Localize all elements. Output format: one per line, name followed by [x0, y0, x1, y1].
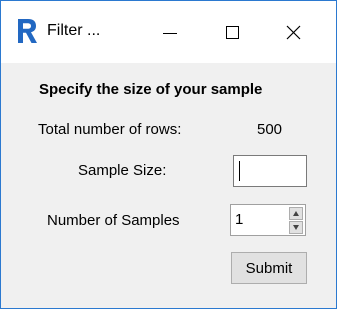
- filter-dialog: Filter ... Specify the size of your samp…: [0, 0, 337, 309]
- sample-size-label: Sample Size:: [78, 162, 167, 179]
- title-bar[interactable]: Filter ...: [1, 1, 336, 63]
- minimize-button[interactable]: [148, 15, 192, 49]
- num-samples-stepper[interactable]: 1: [230, 204, 306, 236]
- minimize-icon: [163, 33, 177, 34]
- triangle-down-icon: [293, 225, 299, 230]
- num-samples-value[interactable]: 1: [235, 211, 243, 228]
- text-cursor: [239, 161, 240, 181]
- r-logo-icon: [18, 19, 37, 43]
- num-samples-label: Number of Samples: [47, 212, 180, 229]
- close-button[interactable]: [271, 15, 315, 49]
- sample-size-input[interactable]: [233, 155, 307, 187]
- spin-down-button[interactable]: [289, 221, 303, 234]
- submit-button[interactable]: Submit: [231, 252, 307, 284]
- triangle-up-icon: [293, 211, 299, 216]
- form-heading: Specify the size of your sample: [39, 81, 263, 98]
- close-icon: [286, 25, 301, 40]
- total-rows-label: Total number of rows:: [38, 121, 182, 138]
- window-title: Filter ...: [47, 22, 101, 39]
- maximize-button[interactable]: [210, 15, 254, 49]
- spin-up-button[interactable]: [289, 207, 303, 220]
- maximize-icon: [226, 26, 239, 39]
- total-rows-value: 500: [257, 121, 283, 138]
